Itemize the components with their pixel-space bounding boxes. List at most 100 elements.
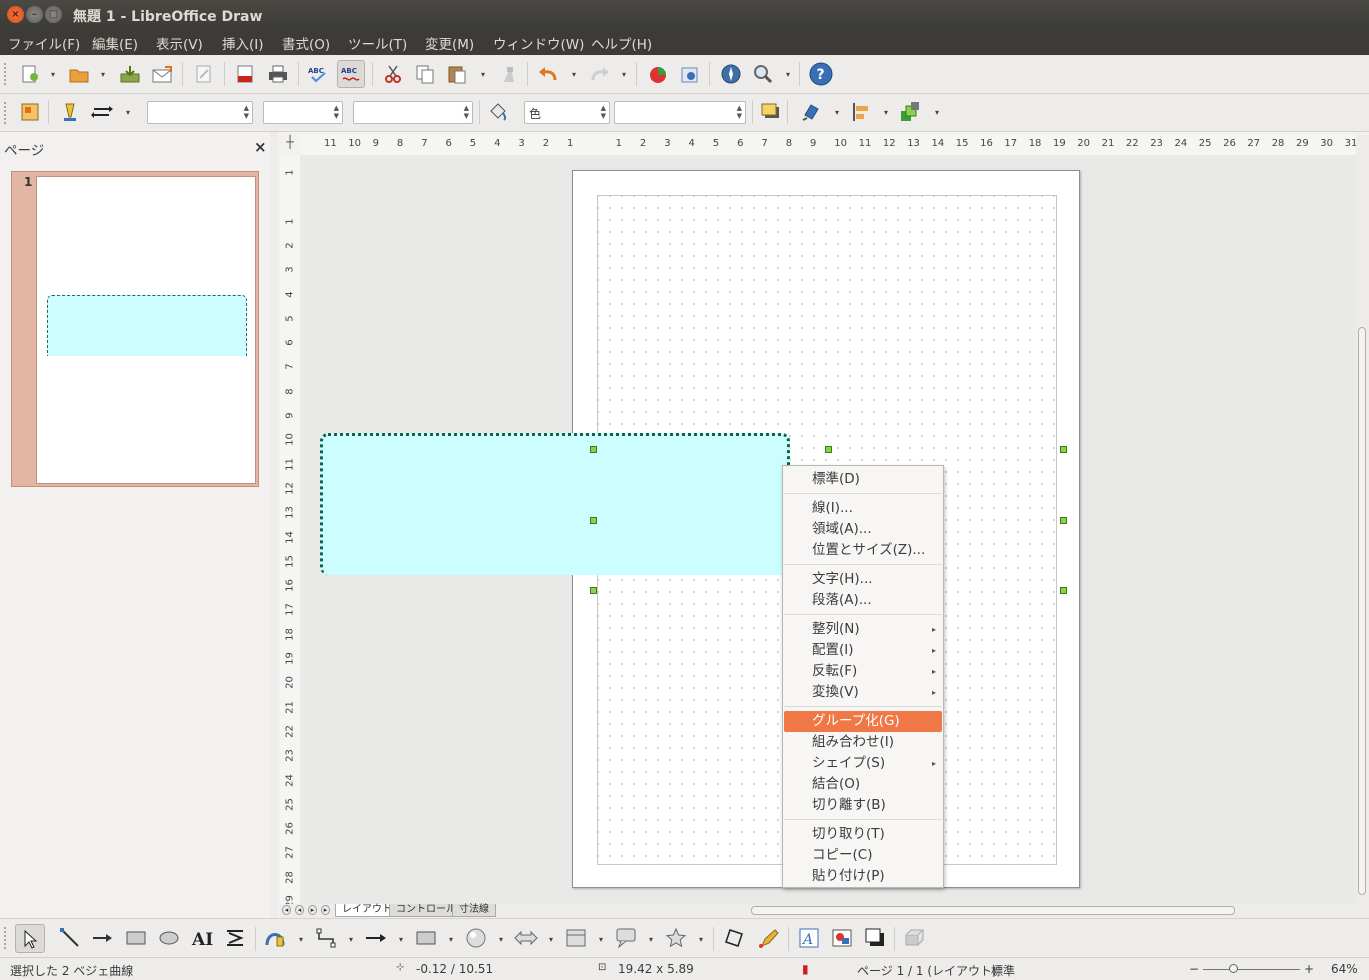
basic-shapes-icon[interactable] bbox=[413, 925, 439, 951]
clone-formatting-icon[interactable] bbox=[495, 61, 521, 87]
new-icon[interactable] bbox=[17, 61, 43, 87]
toolbar-grip[interactable] bbox=[4, 63, 7, 85]
align-dropdown-arrow-icon[interactable]: ▾ bbox=[882, 102, 890, 122]
zoom-icon[interactable] bbox=[750, 61, 776, 87]
zoom-level[interactable]: 64% bbox=[1331, 962, 1358, 976]
from-file-icon[interactable] bbox=[829, 925, 855, 951]
extrusion-icon[interactable] bbox=[677, 61, 703, 87]
page-thumbnail-preview[interactable] bbox=[36, 176, 256, 484]
arrange-icon[interactable] bbox=[897, 99, 923, 125]
tab-dimension-lines[interactable]: 寸法線 bbox=[452, 904, 496, 917]
tab-last-icon[interactable]: ▸ bbox=[321, 905, 330, 915]
area-fill-combo[interactable]: ▲ ▼ bbox=[614, 101, 746, 124]
edit-file-icon[interactable] bbox=[191, 61, 217, 87]
line-style-combo[interactable]: ▲ ▼ bbox=[147, 101, 253, 124]
navigator-icon[interactable] bbox=[718, 61, 744, 87]
extrusion-toggle-icon[interactable] bbox=[902, 925, 928, 951]
line-icon[interactable] bbox=[57, 925, 83, 951]
arrow-style-dropdown-arrow-icon[interactable]: ▾ bbox=[124, 102, 132, 122]
context-menu-item[interactable]: 切り離す(B) bbox=[784, 795, 942, 816]
export-pdf-icon[interactable] bbox=[232, 61, 258, 87]
email-icon[interactable] bbox=[149, 61, 175, 87]
connector-dropdown-arrow-icon[interactable]: ▾ bbox=[347, 929, 355, 949]
block-arrows-dropdown-arrow-icon[interactable]: ▾ bbox=[547, 929, 555, 949]
window-minimize-button[interactable]: – bbox=[26, 6, 43, 23]
line-color-combo[interactable]: ▲ ▼ bbox=[353, 101, 473, 124]
curve-icon[interactable] bbox=[262, 925, 288, 951]
select-icon[interactable] bbox=[15, 924, 45, 953]
arrow-line-icon[interactable] bbox=[89, 925, 115, 951]
line-arrow-dropdown-arrow-icon[interactable]: ▾ bbox=[397, 929, 405, 949]
context-menu-item[interactable]: 結合(O) bbox=[784, 774, 942, 795]
context-menu-item[interactable]: 標準(D) bbox=[784, 469, 942, 490]
position-status[interactable]: -0.12 / 10.51 bbox=[416, 962, 493, 976]
context-menu-item[interactable]: コピー(C) bbox=[784, 845, 942, 866]
zoom-in-button[interactable]: + bbox=[1304, 962, 1314, 976]
context-menu-item[interactable]: 反転(F) ▸ bbox=[784, 661, 942, 682]
symbol-shapes-dropdown-arrow-icon[interactable]: ▾ bbox=[497, 929, 505, 949]
context-menu-item[interactable]: 切り取り(T) bbox=[784, 824, 942, 845]
points-icon[interactable] bbox=[721, 925, 747, 951]
area-icon[interactable] bbox=[485, 99, 511, 125]
horizontal-scrollbar[interactable] bbox=[633, 904, 1356, 917]
paste-icon[interactable] bbox=[444, 61, 470, 87]
line-width-field[interactable]: ▲ ▼ bbox=[263, 101, 343, 124]
copy-icon[interactable] bbox=[412, 61, 438, 87]
context-menu-item[interactable]: 組み合わせ(I) bbox=[784, 732, 942, 753]
selection-handle[interactable] bbox=[1060, 587, 1067, 594]
horizontal-scrollbar-thumb[interactable] bbox=[751, 906, 1235, 915]
basic-shapes-dropdown-arrow-icon[interactable]: ▾ bbox=[447, 929, 455, 949]
paste-dropdown-arrow-icon[interactable]: ▾ bbox=[479, 64, 487, 84]
selection-handle[interactable] bbox=[825, 446, 832, 453]
selection-handle[interactable] bbox=[590, 517, 597, 524]
cut-icon[interactable] bbox=[380, 61, 406, 87]
vertical-text-icon[interactable] bbox=[222, 925, 248, 951]
toolbar-grip[interactable] bbox=[4, 102, 7, 124]
menu-insert[interactable]: 挿入(I) bbox=[222, 33, 264, 53]
redo-icon[interactable] bbox=[587, 61, 613, 87]
connector-icon[interactable] bbox=[313, 925, 339, 951]
styles-formatting-icon[interactable] bbox=[17, 99, 43, 125]
context-menu-item[interactable]: 貼り付け(P) bbox=[784, 866, 942, 887]
spellcheck-icon[interactable]: ABC bbox=[305, 61, 331, 87]
glue-points-icon[interactable] bbox=[755, 925, 781, 951]
page-thumbnail-selected[interactable]: 1 bbox=[11, 171, 259, 487]
tab-prev-icon[interactable]: ◂ bbox=[295, 905, 304, 915]
help-icon[interactable]: ? bbox=[808, 61, 834, 87]
menu-file[interactable]: ファイル(F) bbox=[8, 33, 80, 53]
ellipse-icon[interactable] bbox=[156, 925, 182, 951]
line-arrow-icon[interactable] bbox=[363, 925, 389, 951]
open-icon[interactable] bbox=[66, 61, 92, 87]
chart-icon[interactable] bbox=[645, 61, 671, 87]
undo-dropdown-arrow-icon[interactable]: ▾ bbox=[570, 64, 578, 84]
autospellcheck-icon[interactable]: ABC bbox=[337, 60, 365, 88]
undo-icon[interactable] bbox=[535, 61, 561, 87]
line-icon-pen[interactable] bbox=[57, 99, 83, 125]
context-menu-item[interactable]: シェイプ(S) ▸ bbox=[784, 753, 942, 774]
context-menu-item[interactable]: 段落(A)... bbox=[784, 590, 942, 611]
menu-edit[interactable]: 編集(E) bbox=[92, 33, 138, 53]
rotate-dropdown-arrow-icon[interactable]: ▾ bbox=[833, 102, 841, 122]
vertical-scrollbar[interactable] bbox=[1356, 135, 1369, 918]
rectangle-icon[interactable] bbox=[123, 925, 149, 951]
context-menu-item[interactable]: 変換(V) ▸ bbox=[784, 682, 942, 703]
callout-icon[interactable] bbox=[613, 925, 639, 951]
selection-handle[interactable] bbox=[590, 446, 597, 453]
tab-first-icon[interactable]: ◂ bbox=[282, 905, 291, 915]
flowchart-dropdown-arrow-icon[interactable]: ▾ bbox=[597, 929, 605, 949]
stars-icon[interactable] bbox=[663, 925, 689, 951]
print-icon[interactable] bbox=[265, 61, 291, 87]
area-style-combo[interactable]: 色 ▲ ▼ bbox=[524, 101, 610, 124]
arrange-dropdown-arrow-icon[interactable]: ▾ bbox=[933, 102, 941, 122]
rotate-icon[interactable] bbox=[798, 99, 824, 125]
toolbar-grip[interactable] bbox=[4, 927, 7, 949]
selection-handle[interactable] bbox=[1060, 446, 1067, 453]
zoom-out-button[interactable]: − bbox=[1189, 962, 1199, 976]
flowchart-icon[interactable] bbox=[563, 925, 589, 951]
selected-bezier-shape[interactable] bbox=[320, 433, 790, 575]
context-menu-item[interactable]: 整列(N) ▸ bbox=[784, 619, 942, 640]
arrow-style-icon[interactable] bbox=[89, 99, 115, 125]
open-dropdown-arrow-icon[interactable]: ▾ bbox=[99, 64, 107, 84]
ruler-corner[interactable]: ┼ bbox=[280, 135, 300, 155]
document-modified-icon[interactable]: ▮ bbox=[802, 962, 809, 976]
